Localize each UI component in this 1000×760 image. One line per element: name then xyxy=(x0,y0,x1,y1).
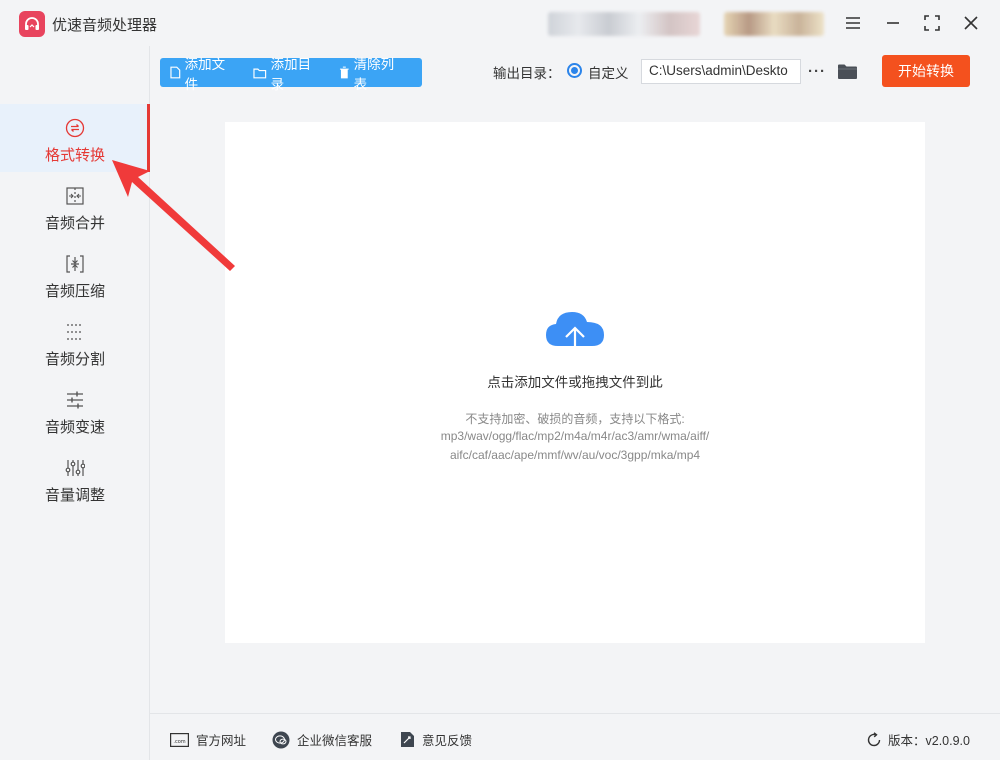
file-toolbar: 添加文件 添加目录 清除列表 xyxy=(160,57,422,92)
volume-sliders-icon xyxy=(65,458,85,478)
compress-icon xyxy=(65,254,85,274)
sidebar-item-label: 音量调整 xyxy=(44,487,105,504)
wechat-icon xyxy=(272,731,290,748)
sidebar-item-label: 音频合并 xyxy=(44,215,105,232)
add-file-label: 添加文件 xyxy=(184,56,226,92)
sidebar-item-label: 音频压缩 xyxy=(44,283,105,300)
add-file-button[interactable]: 添加文件 xyxy=(170,53,237,93)
official-website-label: 官方网址 xyxy=(196,734,247,748)
app-logo-icon xyxy=(19,11,45,37)
add-directory-label: 添加目录 xyxy=(270,56,312,92)
browse-more-button[interactable]: ··· xyxy=(807,60,827,82)
file-icon xyxy=(170,66,181,79)
footer-bar: .com 官方网址 企业微信客服 意见反馈 版本：v2.0.9.0 xyxy=(150,713,1000,760)
close-icon[interactable] xyxy=(958,10,984,36)
custom-output-label: 自定义 xyxy=(588,66,629,81)
start-convert-button[interactable]: 开始转换 xyxy=(882,55,970,87)
feedback-link[interactable]: 意见反馈 xyxy=(400,730,472,749)
maximize-icon[interactable] xyxy=(919,10,945,36)
folder-outline-icon xyxy=(253,68,267,78)
clear-list-label: 清除列表 xyxy=(353,56,395,92)
sidebar-item-audio-merge[interactable]: 音频合并 xyxy=(0,172,150,240)
split-icon xyxy=(65,322,85,342)
minimize-icon[interactable] xyxy=(880,10,906,36)
speed-icon xyxy=(65,390,85,410)
custom-output-radio[interactable] xyxy=(567,63,582,78)
official-website-link[interactable]: .com 官方网址 xyxy=(170,730,246,749)
open-folder-icon[interactable] xyxy=(836,60,858,82)
account-badge-blurred xyxy=(724,12,824,36)
sidebar-item-audio-compress[interactable]: 音频压缩 xyxy=(0,240,150,308)
sidebar-item-audio-speed[interactable]: 音频变速 xyxy=(0,376,150,444)
output-path-field[interactable]: C:\Users\admin\Deskto xyxy=(641,59,801,84)
svg-text:.com: .com xyxy=(173,739,185,745)
format-hint-line-3: aifc/caf/aac/ape/mmf/wv/au/voc/3gpp/mka/… xyxy=(449,448,701,462)
trash-icon xyxy=(339,66,349,79)
format-hint-line-2: mp3/wav/ogg/flac/mp2/m4a/m4r/ac3/amr/wma… xyxy=(440,429,710,443)
merge-icon xyxy=(65,186,85,206)
sidebar-item-format-convert[interactable]: 格式转换 xyxy=(0,104,150,172)
drop-zone-title: 点击添加文件或拖拽文件到此 xyxy=(487,375,663,390)
website-icon: .com xyxy=(170,732,189,747)
feedback-label: 意见反馈 xyxy=(422,734,473,748)
menu-icon[interactable] xyxy=(840,10,866,36)
version-label: 版本：v2.0.9.0 xyxy=(888,734,970,748)
sidebar: 格式转换 音频合并 音频压缩 音频分割 音频变速 音量调整 xyxy=(0,46,150,760)
clear-list-button[interactable]: 清除列表 xyxy=(339,53,406,93)
wechat-support-link[interactable]: 企业微信客服 xyxy=(272,730,372,749)
format-hint-line-1: 不支持加密、破损的音频，支持以下格式: xyxy=(465,412,685,426)
sidebar-item-volume-adjust[interactable]: 音量调整 xyxy=(0,444,150,512)
swap-circle-icon xyxy=(65,118,85,138)
file-drop-zone[interactable]: 点击添加文件或拖拽文件到此 不支持加密、破损的音频，支持以下格式: mp3/wa… xyxy=(225,122,925,643)
output-dir-label: 输出目录： xyxy=(493,66,561,81)
app-title: 优速音频处理器 xyxy=(52,17,158,34)
sidebar-item-audio-split[interactable]: 音频分割 xyxy=(0,308,150,376)
sidebar-item-label: 音频变速 xyxy=(44,419,105,436)
refresh-icon xyxy=(867,731,881,746)
version-info: 版本：v2.0.9.0 xyxy=(866,730,970,749)
sidebar-item-label: 音频分割 xyxy=(44,351,105,368)
add-directory-button[interactable]: 添加目录 xyxy=(253,53,323,93)
wechat-support-label: 企业微信客服 xyxy=(297,734,373,748)
user-info-blurred xyxy=(548,12,700,36)
title-bar: 优速音频处理器 xyxy=(0,0,1000,46)
sidebar-item-label: 格式转换 xyxy=(44,147,105,164)
feedback-icon xyxy=(401,732,414,747)
cloud-upload-icon xyxy=(546,312,604,358)
